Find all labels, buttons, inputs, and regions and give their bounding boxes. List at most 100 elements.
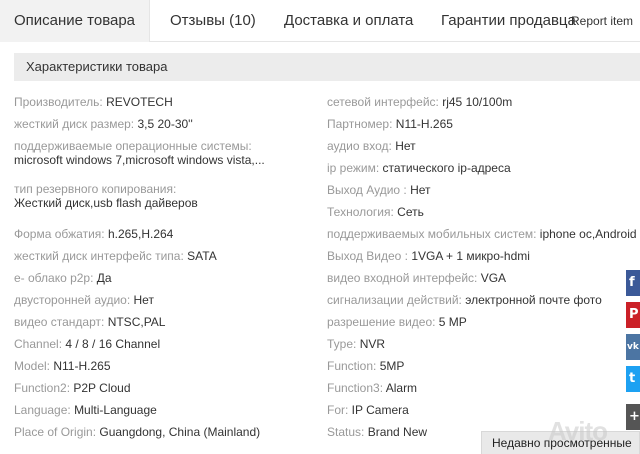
spec-value: Нет bbox=[133, 293, 154, 307]
spec-value: 1VGA + 1 микро-hdmi bbox=[411, 249, 530, 263]
specs-table: Производитель: REVOTECH жесткий диск раз… bbox=[0, 0, 640, 454]
spec-key: е- облако p2p: bbox=[14, 271, 97, 285]
spec-key: For: bbox=[327, 403, 352, 417]
plus-icon: + bbox=[629, 409, 640, 424]
spec-key: Выход Видео : bbox=[327, 249, 412, 263]
spec-key: видео входной интерфейс: bbox=[327, 271, 481, 285]
spec-row: видео стандарт: NTSC,PAL bbox=[14, 315, 319, 329]
spec-row: For: IP Camera bbox=[327, 403, 627, 417]
pinterest-share-button[interactable]: P bbox=[626, 302, 640, 328]
spec-row: Форма обжатия: h.265,H.264 bbox=[14, 227, 319, 241]
spec-value: iphone ос,Android bbox=[539, 227, 637, 241]
spec-value: REVOTECH bbox=[106, 95, 173, 109]
spec-key: тип резервного копирования: bbox=[14, 182, 177, 196]
spec-key: Function: bbox=[327, 359, 380, 373]
spec-value: N11-H.265 bbox=[53, 359, 111, 373]
spec-value: электронной почте фото bbox=[465, 293, 602, 307]
spec-row: видео входной интерфейс: VGA bbox=[327, 271, 627, 285]
spec-value: SATA bbox=[187, 249, 217, 263]
spec-row: Model: N11-H.265 bbox=[14, 359, 319, 373]
spec-value: 4 / 8 / 16 Channel bbox=[65, 337, 161, 351]
spec-value: Multi-Language bbox=[74, 403, 157, 417]
spec-key: двусторонней аудио: bbox=[14, 293, 134, 307]
spec-key: Channel: bbox=[14, 337, 66, 351]
spec-key: Технология: bbox=[327, 205, 398, 219]
spec-value: Да bbox=[96, 271, 112, 285]
spec-row: Channel: 4 / 8 / 16 Channel bbox=[14, 337, 319, 351]
spec-row: Function: 5MP bbox=[327, 359, 627, 373]
spec-value: 5MP bbox=[379, 359, 405, 373]
spec-key: жесткий диск интерфейс типа: bbox=[14, 249, 188, 263]
spec-key: Status: bbox=[327, 425, 368, 439]
spec-value: Guangdong, China (Mainland) bbox=[99, 425, 261, 439]
twitter-share-button[interactable]: t bbox=[626, 366, 640, 392]
spec-value: N11-H.265 bbox=[395, 117, 453, 131]
spec-value: microsoft windows 7,microsoft windows vi… bbox=[14, 153, 265, 167]
spec-row: жесткий диск интерфейс типа: SATA bbox=[14, 249, 319, 263]
spec-row: тип резервного копирования: Жесткий диск,… bbox=[14, 182, 319, 210]
twitter-icon: t bbox=[629, 371, 636, 386]
spec-key: Форма обжатия: bbox=[14, 227, 108, 241]
spec-key: Function2: bbox=[14, 381, 74, 395]
spec-row: Type: NVR bbox=[327, 337, 627, 351]
spec-value: Нет bbox=[395, 139, 416, 153]
facebook-icon: f bbox=[629, 275, 635, 290]
spec-key: Производитель: bbox=[14, 95, 107, 109]
spec-row: аудио вход: Нет bbox=[327, 139, 627, 153]
spec-key: сетевой интерфейс: bbox=[327, 95, 443, 109]
spec-value: Нет bbox=[410, 183, 431, 197]
facebook-share-button[interactable]: f bbox=[626, 270, 640, 296]
spec-key: Type: bbox=[327, 337, 360, 351]
spec-row: поддерживаемые операционные системы: micr… bbox=[14, 139, 319, 167]
spec-row: Партномер: N11-H.265 bbox=[327, 117, 627, 131]
spec-value: Жесткий диск,usb flash дайверов bbox=[14, 196, 198, 210]
spec-key: Language: bbox=[14, 403, 75, 417]
spec-row: Function2: P2P Cloud bbox=[14, 381, 319, 395]
spec-row: Place of Origin: Guangdong, China (Mainl… bbox=[14, 425, 319, 439]
spec-row: сигнализации действий: электронной почте… bbox=[327, 293, 627, 307]
spec-value: rj45 10/100m bbox=[442, 95, 513, 109]
spec-key: Партномер: bbox=[327, 117, 396, 131]
spec-key: Выход Аудио : bbox=[327, 183, 411, 197]
spec-row: Function3: Alarm bbox=[327, 381, 627, 395]
spec-row: двусторонней аудио: Нет bbox=[14, 293, 319, 307]
spec-row: е- облако p2p: Да bbox=[14, 271, 319, 285]
spec-key: сигнализации действий: bbox=[327, 293, 466, 307]
pinterest-icon: P bbox=[629, 307, 639, 322]
spec-value: P2P Cloud bbox=[73, 381, 131, 395]
spec-row: сетевой интерфейс: rj45 10/100m bbox=[327, 95, 627, 109]
spec-row: ip режим: статического ip-адреса bbox=[327, 161, 627, 175]
spec-key: аудио вход: bbox=[327, 139, 396, 153]
spec-value: Сеть bbox=[397, 205, 424, 219]
spec-row: Выход Видео : 1VGA + 1 микро-hdmi bbox=[327, 249, 627, 263]
more-share-button[interactable]: + bbox=[626, 404, 640, 430]
spec-key: поддерживаемых мобильных систем: bbox=[327, 227, 540, 241]
spec-value: 5 MP bbox=[438, 315, 467, 329]
spec-key: ip режим: bbox=[327, 161, 383, 175]
spec-row: разрешение видео: 5 MP bbox=[327, 315, 627, 329]
spec-row: Производитель: REVOTECH bbox=[14, 95, 319, 109]
spec-row: Выход Аудио : Нет bbox=[327, 183, 627, 197]
spec-key: жесткий диск размер: bbox=[14, 117, 138, 131]
spec-key: поддерживаемые операционные системы: bbox=[14, 139, 252, 153]
spec-value: Alarm bbox=[385, 381, 418, 395]
spec-value: Brand New bbox=[367, 425, 428, 439]
spec-value: VGA bbox=[480, 271, 507, 285]
spec-value: NTSC,PAL bbox=[107, 315, 166, 329]
spec-row: Технология: Сеть bbox=[327, 205, 627, 219]
recently-viewed-tab[interactable]: Недавно просмотренные bbox=[481, 431, 640, 454]
spec-key: Function3: bbox=[327, 381, 386, 395]
spec-value: 3,5 20-30'' bbox=[137, 117, 193, 131]
spec-value: IP Camera bbox=[351, 403, 409, 417]
vk-share-button[interactable]: vk bbox=[626, 334, 640, 360]
spec-row: поддерживаемых мобильных систем: iphone … bbox=[327, 227, 637, 241]
spec-value: статического ip-адреса bbox=[382, 161, 511, 175]
spec-row: жесткий диск размер: 3,5 20-30'' bbox=[14, 117, 319, 131]
spec-key: видео стандарт: bbox=[14, 315, 108, 329]
spec-value: NVR bbox=[359, 337, 386, 351]
spec-value: h.265,H.264 bbox=[107, 227, 174, 241]
spec-row: Language: Multi-Language bbox=[14, 403, 319, 417]
spec-key: разрешение видео: bbox=[327, 315, 439, 329]
spec-key: Model: bbox=[14, 359, 54, 373]
vk-icon: vk bbox=[627, 342, 639, 352]
